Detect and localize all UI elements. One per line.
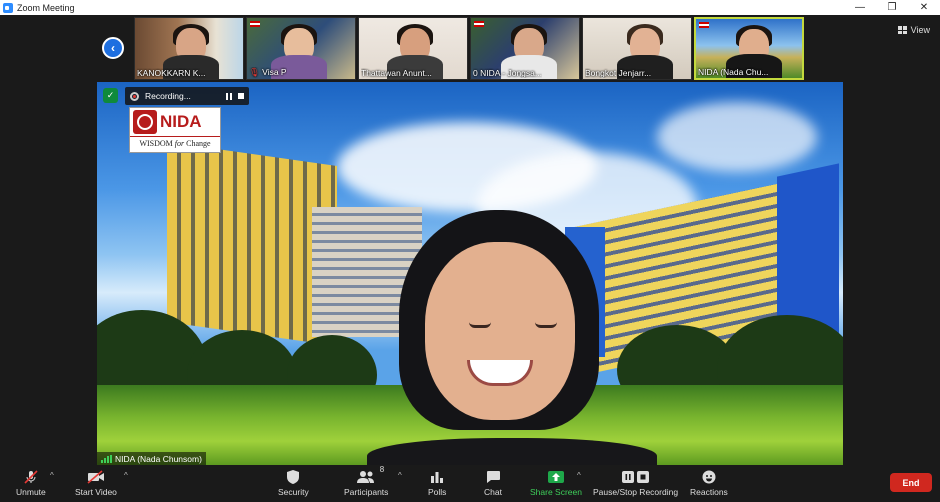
polls-icon [430, 468, 444, 485]
window-title: Zoom Meeting [17, 2, 75, 13]
participant-tile-active-speaker[interactable]: NIDA (Nada Chu... [694, 17, 804, 80]
participant-tile[interactable]: KANOKKARN K... [134, 17, 244, 80]
participant-name: KANOKKARN K... [137, 68, 206, 78]
reactions-button[interactable]: Reactions [690, 468, 728, 497]
smiley-icon [701, 468, 717, 485]
speaker-name-tag: NIDA (Nada Chunsom) [97, 452, 206, 465]
share-options-caret[interactable]: ^ [577, 471, 581, 480]
minimize-button[interactable]: — [844, 0, 876, 15]
participant-name: Thattawan Anunt... [361, 68, 432, 78]
participant-tile[interactable]: Thattawan Anunt... [358, 17, 468, 80]
active-speaker-video: ✓ Recording... NIDA WISDOM for Change NI… [97, 82, 843, 465]
muted-mic-icon: 🎙 [249, 67, 260, 77]
end-meeting-button[interactable]: End [890, 473, 932, 492]
flag-icon [250, 21, 260, 27]
participant-tile[interactable]: 🎙 Visa P [246, 17, 356, 80]
share-screen-icon [547, 468, 565, 485]
pause-stop-icon [621, 468, 651, 485]
recording-indicator: Recording... [125, 87, 249, 105]
polls-button[interactable]: Polls [428, 468, 446, 497]
pause-stop-recording-button[interactable]: Pause/Stop Recording [593, 468, 678, 497]
flag-icon [474, 21, 484, 27]
share-screen-button[interactable]: Share Screen [530, 468, 582, 497]
participant-name: 0 NIDA - Jongsa... [473, 68, 542, 78]
title-bar: Zoom Meeting — ❐ ✕ [0, 0, 940, 15]
participants-count: 8 [379, 465, 385, 474]
stop-recording-icon[interactable] [238, 93, 244, 99]
speaker-figure [367, 210, 657, 465]
signal-strength-icon [101, 454, 112, 463]
pause-recording-icon[interactable] [226, 92, 232, 100]
gallery-strip: ‹ KANOKKARN K... 🎙 Visa P Thattawan Anun… [0, 15, 940, 81]
security-button[interactable]: Security [278, 468, 309, 497]
participant-name: Bongkot Jenjarr... [585, 68, 652, 78]
close-button[interactable]: ✕ [908, 0, 940, 15]
participant-tile[interactable]: 0 NIDA - Jongsa... [470, 17, 580, 80]
audio-options-caret[interactable]: ^ [50, 471, 54, 480]
view-button[interactable]: View [897, 25, 930, 35]
start-video-button[interactable]: Start Video [75, 468, 117, 497]
participants-options-caret[interactable]: ^ [398, 471, 402, 480]
encryption-shield-icon[interactable]: ✓ [103, 88, 118, 103]
restore-button[interactable]: ❐ [876, 0, 908, 15]
chat-button[interactable]: Chat [484, 468, 502, 497]
muted-mic-icon [23, 468, 39, 485]
participant-name: 🎙 Visa P [249, 67, 287, 77]
video-options-caret[interactable]: ^ [124, 471, 128, 480]
nida-logo: NIDA WISDOM for Change [129, 107, 221, 153]
chat-icon [485, 468, 501, 485]
previous-page-button[interactable]: ‹ [102, 37, 124, 59]
participants-button[interactable]: 8 Participants [344, 465, 388, 497]
zoom-app-icon [3, 2, 13, 13]
view-label: View [910, 25, 930, 35]
participant-tile[interactable]: Bongkot Jenjarr... [582, 17, 692, 80]
participants-icon: 8 [357, 465, 384, 485]
flag-icon [699, 22, 709, 28]
video-off-icon [87, 468, 105, 485]
grid-view-icon [897, 26, 907, 34]
recording-icon [130, 91, 139, 101]
unmute-button[interactable]: Unmute [16, 468, 46, 497]
recording-label: Recording... [145, 91, 191, 101]
meeting-toolbar: Unmute ^ Start Video ^ Security 8 Partic… [0, 465, 940, 502]
participant-name: NIDA (Nada Chu... [698, 67, 769, 77]
speaker-name: NIDA (Nada Chunsom) [115, 453, 202, 464]
shield-icon [286, 468, 300, 485]
nida-seal-icon [133, 110, 157, 134]
